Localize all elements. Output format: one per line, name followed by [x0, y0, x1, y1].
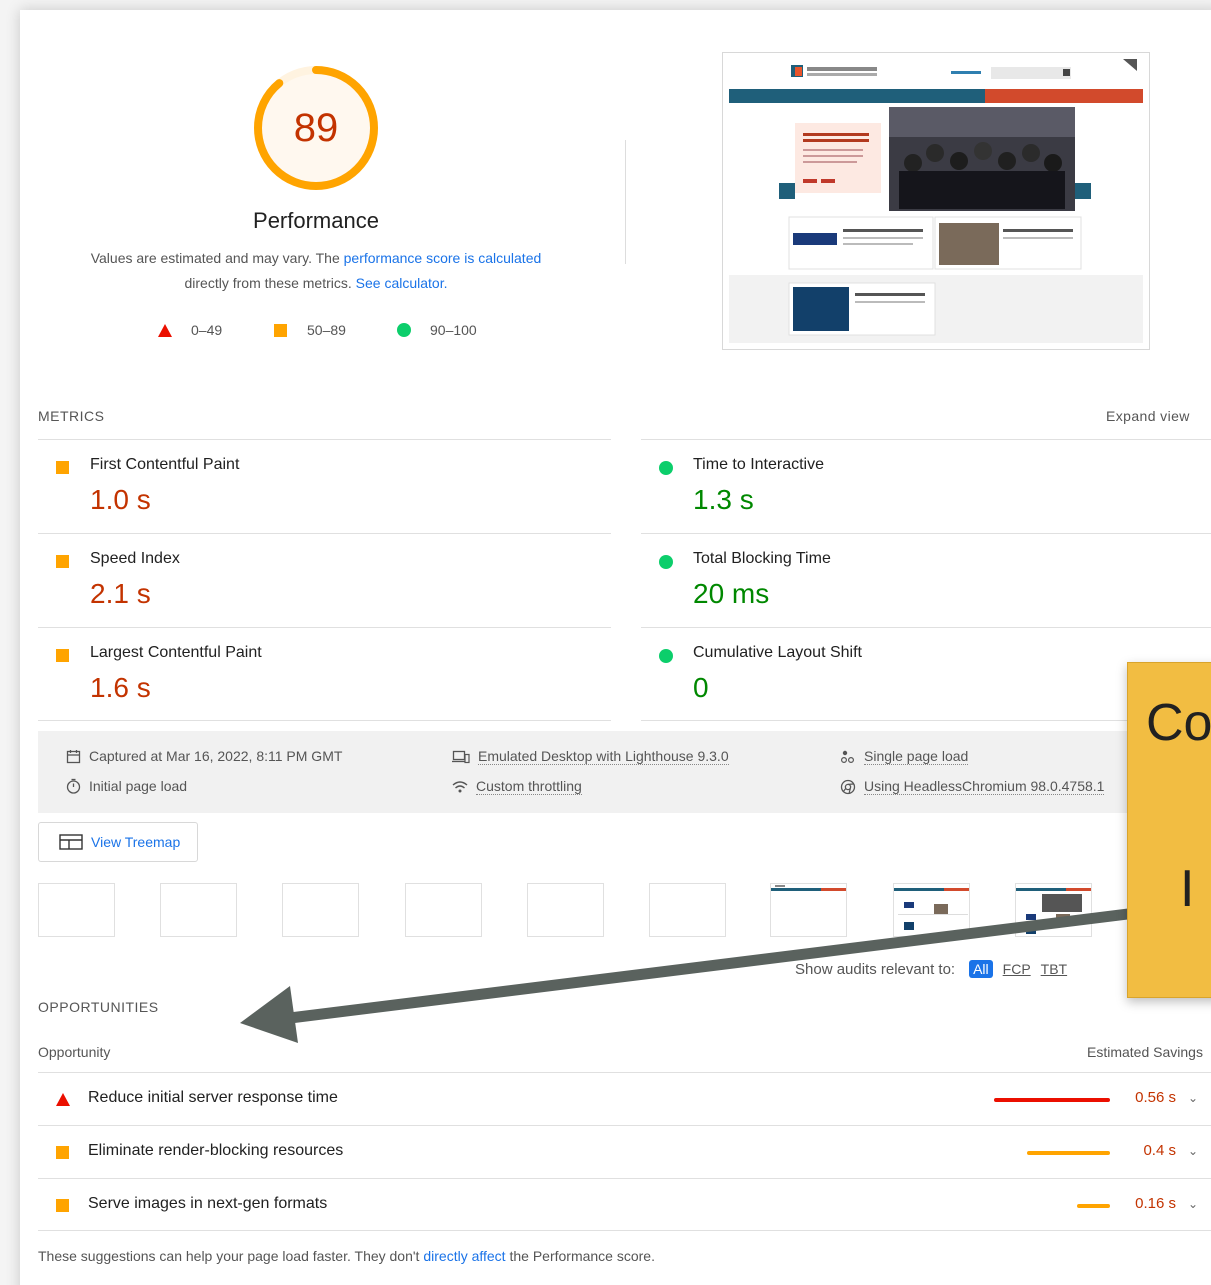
arrow-shaft — [289, 904, 1161, 1024]
annotation-callout: Co I — [1127, 662, 1211, 998]
arrow-head-icon — [240, 986, 298, 1043]
callout-text-1: Co — [1146, 694, 1211, 752]
annotation-arrow — [240, 904, 1161, 1043]
callout-text-2: I — [1180, 860, 1195, 918]
